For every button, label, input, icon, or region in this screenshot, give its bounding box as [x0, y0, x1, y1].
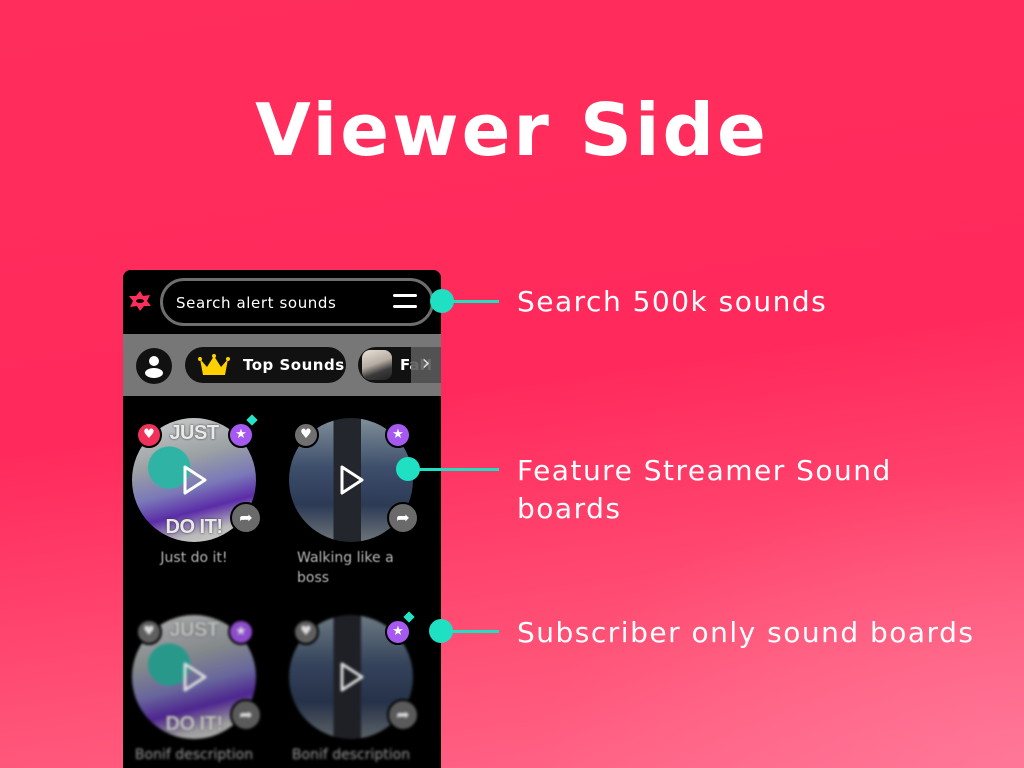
search-bar[interactable]: Search alert sounds — [160, 278, 434, 326]
share-icon[interactable]: ➦ — [387, 699, 419, 731]
play-icon[interactable] — [339, 464, 365, 496]
sound-caption: Just do it! — [160, 550, 228, 566]
sound-caption: Bonif description — [134, 747, 254, 763]
top-bar: Search alert sounds — [123, 270, 441, 334]
search-input[interactable]: Search alert sounds — [176, 294, 336, 312]
callout-line — [441, 630, 499, 633]
favorite-heart-icon[interactable]: ♥ — [293, 619, 319, 645]
user-profile-button[interactable] — [136, 348, 172, 384]
subscriber-star-icon: ★ — [385, 422, 411, 448]
favorite-heart-icon[interactable]: ♥ — [293, 422, 319, 448]
callout-subscriber-boards: Subscriber only sound boards — [517, 616, 975, 649]
sound-caption: Bonif description — [291, 747, 411, 763]
page-title: Viewer Side — [255, 88, 769, 172]
play-icon[interactable] — [339, 661, 365, 693]
share-icon[interactable]: ➦ — [387, 502, 419, 534]
share-icon[interactable]: ➦ — [230, 699, 262, 731]
favorite-heart-icon[interactable]: ♥ — [136, 619, 162, 645]
callout-line — [442, 300, 499, 303]
favorite-heart-icon[interactable]: ♥ — [136, 422, 162, 448]
star-splat-logo-icon — [129, 291, 151, 311]
play-icon[interactable] — [182, 464, 208, 496]
user-profile-icon — [145, 356, 163, 378]
subscriber-star-icon: ★ — [228, 422, 254, 448]
chevron-right-icon[interactable]: › — [411, 347, 441, 383]
subscriber-star-icon: ★ — [228, 619, 254, 645]
share-icon[interactable]: ➦ — [230, 502, 262, 534]
app-mockup: Search alert sounds Top Sounds FaH › JUS… — [123, 270, 441, 768]
subscriber-star-icon: ★ — [385, 619, 411, 645]
streamer-avatar — [362, 350, 392, 380]
category-bar: Top Sounds FaH › — [123, 334, 441, 396]
hamburger-menu-icon[interactable] — [393, 294, 417, 311]
callout-search: Search 500k sounds — [517, 285, 828, 318]
callout-line — [408, 468, 499, 471]
top-sounds-label: Top Sounds — [243, 356, 345, 374]
callout-streamer-boards: Feature Streamer Sound boards — [517, 454, 892, 525]
crown-icon — [198, 354, 230, 375]
top-sounds-chip[interactable]: Top Sounds — [185, 347, 346, 383]
sound-caption: Walking like a boss — [297, 550, 394, 586]
play-icon[interactable] — [182, 661, 208, 693]
